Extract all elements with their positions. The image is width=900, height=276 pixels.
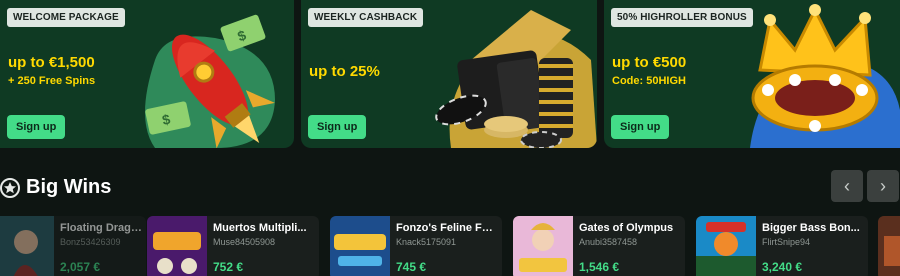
win-username: Anubi3587458 <box>579 237 638 247</box>
win-amount: 1,546 € <box>579 260 620 274</box>
golden-crown-art <box>750 4 900 148</box>
win-amount: 752 € <box>213 260 244 274</box>
win-game-name: Gates of Olympus <box>579 222 674 234</box>
win-username: Muse84505908 <box>213 237 276 247</box>
win-amount: 3,240 € <box>762 260 803 274</box>
game-thumbnail <box>330 216 390 276</box>
win-card-partial[interactable] <box>878 216 900 276</box>
carousel-prev-button[interactable]: ‹ <box>831 170 863 202</box>
sign-up-button[interactable]: Sign up <box>611 115 670 139</box>
casino-page: WELCOME PACKAGE up to €1,500 + 250 Free … <box>0 0 900 276</box>
promo-banners: WELCOME PACKAGE up to €1,500 + 250 Free … <box>0 0 900 148</box>
big-wins-list: Floating Dragon Bonz53426309 2,057 € Mue… <box>0 216 900 276</box>
win-username: FlirtSnipe94 <box>762 237 811 247</box>
promo-tag: WELCOME PACKAGE <box>7 8 125 27</box>
game-thumbnail <box>878 216 900 276</box>
win-game-name: Floating Dragon <box>60 222 142 234</box>
promo-headline: up to €1,500 <box>8 54 95 71</box>
win-game-name: Muertos Multipli... <box>213 222 307 234</box>
game-thumbnail <box>513 216 573 276</box>
wallet-chips-art <box>435 10 597 148</box>
promo-tag: WEEKLY CASHBACK <box>308 8 424 27</box>
promo-subline: + 250 Free Spins <box>8 75 96 87</box>
promo-tag: 50% HIGHROLLER BONUS <box>611 8 753 27</box>
sign-up-button[interactable]: Sign up <box>7 115 66 139</box>
win-username: Bonz53426309 <box>60 237 121 247</box>
promo-headline: up to €500 <box>612 54 687 71</box>
win-game-name: Fonzo's Feline Fo... <box>396 222 496 234</box>
win-card[interactable]: Gates of Olympus Anubi3587458 1,546 € <box>513 216 685 276</box>
promo-card-cashback[interactable]: WEEKLY CASHBACK up to 25% Sign up <box>301 0 597 148</box>
win-amount: 2,057 € <box>60 260 101 274</box>
big-wins-header: Big Wins <box>0 176 111 199</box>
win-username: Knack5175091 <box>396 237 457 247</box>
rocket-money-art: $ $ <box>145 14 275 148</box>
chevron-right-icon: › <box>880 175 886 196</box>
win-card[interactable]: Bigger Bass Bon... FlirtSnipe94 3,240 € <box>696 216 868 276</box>
promo-card-highroller[interactable]: 50% HIGHROLLER BONUS up to €500 Code: 50… <box>604 0 900 148</box>
promo-headline: up to 25% <box>309 63 380 80</box>
promo-subline: Code: 50HIGH <box>612 75 686 87</box>
sign-up-button[interactable]: Sign up <box>308 115 367 139</box>
game-thumbnail <box>147 216 207 276</box>
win-game-name: Bigger Bass Bon... <box>762 222 860 234</box>
game-thumbnail <box>696 216 756 276</box>
win-card[interactable]: Floating Dragon Bonz53426309 2,057 € <box>0 216 146 276</box>
big-wins-title: Big Wins <box>26 176 112 198</box>
star-icon <box>0 177 20 198</box>
promo-card-welcome[interactable]: WELCOME PACKAGE up to €1,500 + 250 Free … <box>0 0 294 148</box>
win-card[interactable]: Muertos Multipli... Muse84505908 752 € <box>147 216 319 276</box>
carousel-next-button[interactable]: › <box>867 170 899 202</box>
win-amount: 745 € <box>396 260 427 274</box>
game-thumbnail <box>0 216 54 276</box>
win-card[interactable]: Fonzo's Feline Fo... Knack5175091 745 € <box>330 216 502 276</box>
chevron-left-icon: ‹ <box>844 175 850 196</box>
